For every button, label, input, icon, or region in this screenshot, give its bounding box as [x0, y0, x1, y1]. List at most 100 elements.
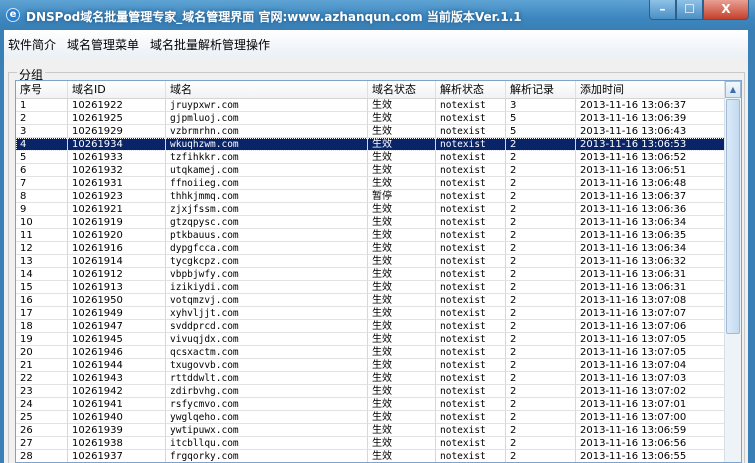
cell-domain-status: 生效	[368, 138, 436, 151]
cell-domain: txugovvb.com	[166, 359, 368, 372]
table-row[interactable]: 17 10261949 xyhvljjt.com 生效 notexist 2 2013-11…	[16, 307, 741, 320]
table-row[interactable]: 19 10261945 vivuqjdx.com 生效 notexist 2 2013-11…	[16, 333, 741, 346]
table-row[interactable]: 4 10261934 wkuqhzwm.com 生效 notexist 2 2013-11-…	[16, 138, 741, 151]
table-row[interactable]: 1 10261922 jruypxwr.com 生效 notexist 3 2013-11-…	[16, 99, 741, 112]
column-header-domain-status[interactable]: 域名状态	[368, 81, 436, 98]
cell-records: 2	[506, 203, 576, 216]
cell-added-time: 2013-11-16 13:07:01	[576, 398, 731, 411]
cell-domain-status: 暂停	[368, 190, 436, 203]
cell-resolve-status: notexist	[436, 203, 506, 216]
table-row[interactable]: 8 10261923 thhkjmmq.com 暂停 notexist 2 2013-11-…	[16, 190, 741, 203]
table-row[interactable]: 16 10261950 votqmzvj.com 生效 notexist 2 2013-11…	[16, 294, 741, 307]
cell-domain-id: 10261920	[68, 229, 166, 242]
table-row[interactable]: 28 10261937 frgqorky.com 生效 notexist 2 2013-11…	[16, 450, 741, 462]
cell-added-time: 2013-11-16 13:06:52	[576, 151, 731, 164]
cell-index: 27	[16, 437, 68, 450]
table-row[interactable]: 12 10261916 dypgfcca.com 生效 notexist 2 2013-11…	[16, 242, 741, 255]
cell-domain-id: 10261923	[68, 190, 166, 203]
cell-records: 2	[506, 320, 576, 333]
cell-added-time: 2013-11-16 13:06:35	[576, 229, 731, 242]
table-row[interactable]: 10 10261919 gtzqpysc.com 生效 notexist 2 2013-11…	[16, 216, 741, 229]
cell-domain: utqkamej.com	[166, 164, 368, 177]
cell-domain-status: 生效	[368, 229, 436, 242]
table-row[interactable]: 6 10261932 utqkamej.com 生效 notexist 2 2013-11-…	[16, 164, 741, 177]
menu-software-intro[interactable]: 软件简介	[8, 36, 56, 53]
cell-domain: ywtipuwx.com	[166, 424, 368, 437]
cell-index: 3	[16, 125, 68, 138]
cell-resolve-status: notexist	[436, 125, 506, 138]
cell-added-time: 2013-11-16 13:06:31	[576, 281, 731, 294]
cell-records: 2	[506, 424, 576, 437]
cell-domain: vbpbjwfy.com	[166, 268, 368, 281]
cell-index: 15	[16, 281, 68, 294]
cell-domain-id: 10261944	[68, 359, 166, 372]
table-row[interactable]: 5 10261933 tzfihkkr.com 生效 notexist 2 2013-11-…	[16, 151, 741, 164]
scroll-up-arrow-icon[interactable]: ▲	[725, 81, 741, 98]
table-row[interactable]: 21 10261944 txugovvb.com 生效 notexist 2 2013-11…	[16, 359, 741, 372]
cell-domain-status: 生效	[368, 424, 436, 437]
cell-domain: xyhvljjt.com	[166, 307, 368, 320]
cell-domain-status: 生效	[368, 359, 436, 372]
cell-resolve-status: notexist	[436, 268, 506, 281]
column-header-records[interactable]: 解析记录	[506, 81, 576, 98]
cell-domain: rttddwlt.com	[166, 372, 368, 385]
table-row[interactable]: 24 10261941 rsfycmvo.com 生效 notexist 2 2013-11…	[16, 398, 741, 411]
table-row[interactable]: 25 10261940 ywglqeho.com 生效 notexist 2 2013-11…	[16, 411, 741, 424]
cell-records: 5	[506, 125, 576, 138]
cell-index: 18	[16, 320, 68, 333]
table-row[interactable]: 11 10261920 ptkbauus.com 生效 notexist 2 2013-11…	[16, 229, 741, 242]
scrollbar-thumb[interactable]	[726, 99, 740, 334]
table-row[interactable]: 22 10261943 rttddwlt.com 生效 notexist 2 2013-11…	[16, 372, 741, 385]
cell-records: 2	[506, 255, 576, 268]
table-row[interactable]: 2 10261925 gjpmluoj.com 生效 notexist 5 2013-11-…	[16, 112, 741, 125]
cell-domain-status: 生效	[368, 346, 436, 359]
column-header-resolve-status[interactable]: 解析状态	[436, 81, 506, 98]
cell-domain-id: 10261941	[68, 398, 166, 411]
table-row[interactable]: 27 10261938 itcbllqu.com 生效 notexist 2 2013-11…	[16, 437, 741, 450]
table-row[interactable]: 3 10261929 vzbrmrhn.com 生效 notexist 5 2013-11-…	[16, 125, 741, 138]
cell-domain-status: 生效	[368, 255, 436, 268]
cell-added-time: 2013-11-16 13:06:32	[576, 255, 731, 268]
table-row[interactable]: 13 10261914 tycgkcpz.com 生效 notexist 2 2013-11…	[16, 255, 741, 268]
table-row[interactable]: 26 10261939 ywtipuwx.com 生效 notexist 2 2013-11…	[16, 424, 741, 437]
maximize-button[interactable]: ☐	[676, 0, 703, 20]
cell-domain: tycgkcpz.com	[166, 255, 368, 268]
cell-domain-id: 10261942	[68, 385, 166, 398]
cell-added-time: 2013-11-16 13:06:36	[576, 203, 731, 216]
cell-added-time: 2013-11-16 13:07:02	[576, 385, 731, 398]
domain-list[interactable]: 序号 域名ID 域名 域名状态 解析状态 解析记录 添加时间 1 10261922…	[15, 80, 742, 463]
cell-index: 13	[16, 255, 68, 268]
cell-domain-status: 生效	[368, 320, 436, 333]
table-row[interactable]: 9 10261921 zjxjfssm.com 生效 notexist 2 2013-11-…	[16, 203, 741, 216]
cell-domain: vivuqjdx.com	[166, 333, 368, 346]
cell-resolve-status: notexist	[436, 333, 506, 346]
column-header-domain-id[interactable]: 域名ID	[68, 81, 166, 98]
cell-records: 2	[506, 385, 576, 398]
cell-index: 23	[16, 385, 68, 398]
table-row[interactable]: 18 10261947 svddprcd.com 生效 notexist 2 2013-11…	[16, 320, 741, 333]
close-button[interactable]: X	[703, 0, 749, 20]
cell-added-time: 2013-11-16 13:06:31	[576, 268, 731, 281]
column-header-domain[interactable]: 域名	[166, 81, 368, 98]
vertical-scrollbar[interactable]: ▲	[724, 81, 741, 462]
table-row[interactable]: 7 10261931 ffnoiieg.com 生效 notexist 2 2013-11-…	[16, 177, 741, 190]
cell-records: 2	[506, 138, 576, 151]
menu-batch-resolve[interactable]: 域名批量解析管理操作	[150, 36, 270, 53]
cell-resolve-status: notexist	[436, 398, 506, 411]
cell-domain: vzbrmrhn.com	[166, 125, 368, 138]
table-row[interactable]: 14 10261912 vbpbjwfy.com 生效 notexist 2 2013-11…	[16, 268, 741, 281]
table-row[interactable]: 23 10261942 zdirbvhg.com 生效 notexist 2 2013-11…	[16, 385, 741, 398]
cell-added-time: 2013-11-16 13:06:43	[576, 125, 731, 138]
table-row[interactable]: 20 10261946 qcsxactm.com 生效 notexist 2 2013-11…	[16, 346, 741, 359]
cell-added-time: 2013-11-16 13:07:05	[576, 346, 731, 359]
column-header-index[interactable]: 序号	[16, 81, 68, 98]
cell-resolve-status: notexist	[436, 411, 506, 424]
minimize-button[interactable]: –	[649, 0, 676, 20]
cell-domain-id: 10261945	[68, 333, 166, 346]
table-row[interactable]: 15 10261913 izikiydi.com 生效 notexist 2 2013-11…	[16, 281, 741, 294]
title-bar: e DNSPod域名批量管理专家_域名管理界面 官网:www.azhanqun.…	[0, 0, 755, 30]
column-header-added-time[interactable]: 添加时间	[576, 81, 731, 98]
menu-domain-management[interactable]: 域名管理菜单	[67, 36, 139, 53]
cell-domain-id: 10261949	[68, 307, 166, 320]
cell-resolve-status: notexist	[436, 242, 506, 255]
